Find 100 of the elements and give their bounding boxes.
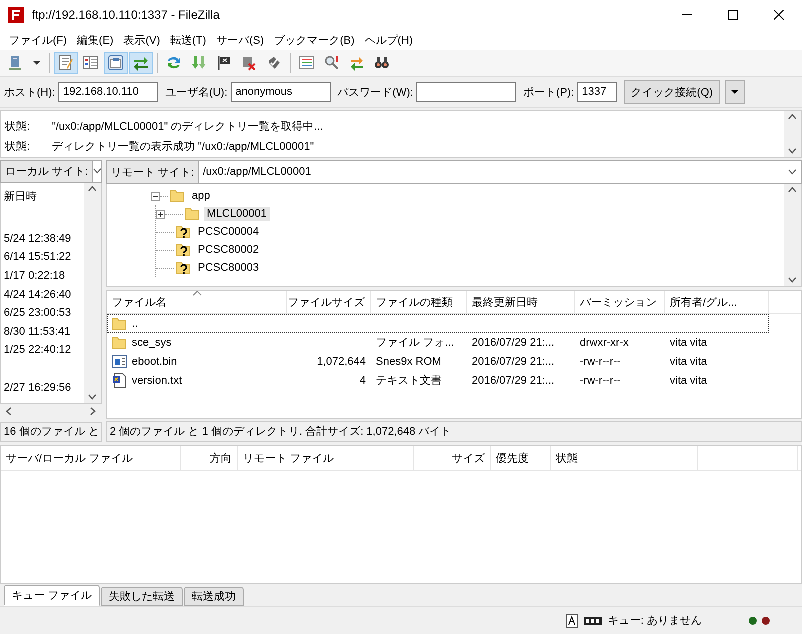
table-cell: vita vita: [670, 356, 708, 368]
table-cell-text: 1/17 0:22:18: [3, 269, 66, 284]
field-label: ユーザ名(U):: [165, 86, 228, 100]
chevron-down-icon: [93, 168, 102, 174]
maximize-icon: [728, 10, 738, 20]
check-icon: [266, 55, 282, 71]
quickconnect-button[interactable]: クイック接続(Q): [624, 80, 720, 104]
sort-ascending-icon: [192, 291, 202, 296]
app-logo-icon: [8, 7, 24, 23]
tree-item[interactable]: app: [189, 189, 214, 203]
scroll-down-icon: [88, 394, 97, 400]
scroll-up-icon: [788, 187, 797, 193]
computer-icon: [8, 55, 24, 71]
tree-item[interactable]: PCSC80002: [195, 243, 262, 257]
local-status: 16 個のファイル と: [0, 422, 102, 442]
table-cell: vita vita: [670, 336, 708, 348]
column-header[interactable]: 所有者/グル...: [665, 291, 769, 313]
list-icon: [299, 55, 315, 71]
log-message: "/ux0:/app/MLCL00001" のディレクトリ一覧を取得中...: [52, 120, 324, 134]
menu-item[interactable]: 編集(E): [72, 32, 119, 48]
log-message: ディレクトリ一覧の表示成功 "/ux0:/app/MLCL00001": [52, 140, 314, 154]
column-header[interactable]: ファイル名: [107, 291, 287, 313]
table-cell-text: 6/14 15:51:22: [3, 250, 72, 266]
table-cell: vita vita: [670, 374, 708, 386]
column-header[interactable]: 最終更新日時: [467, 291, 575, 313]
scrollbar[interactable]: [784, 184, 801, 286]
column-header[interactable]: サーバ/ローカル ファイル: [1, 446, 181, 470]
text-field[interactable]: anonymous: [230, 82, 331, 102]
unknown-folder-icon: [176, 242, 192, 258]
menu-item[interactable]: ファイル(F): [4, 32, 72, 48]
remote-tree-toggle-button[interactable]: [104, 52, 128, 74]
scrollbar[interactable]: [84, 182, 101, 403]
file-name[interactable]: eboot.bin: [132, 356, 178, 368]
table-cell-text: 6/25 23:00:53: [3, 306, 72, 322]
log-label: 状態:: [5, 140, 30, 154]
tab[interactable]: 失敗した転送: [101, 587, 184, 606]
tree-item[interactable]: PCSC00004: [195, 225, 262, 239]
expander-toggle[interactable]: [151, 192, 160, 200]
scroll-up-icon: [788, 114, 797, 120]
table-cell-text: 5/24 12:38:49: [3, 232, 72, 247]
column-header[interactable]: 状態: [551, 446, 698, 470]
menu-item[interactable]: ブックマーク(B): [269, 32, 360, 48]
caret-icon: [731, 90, 740, 94]
scroll-right-icon: [90, 407, 96, 416]
menu-item[interactable]: ヘルプ(H): [360, 32, 418, 48]
disconnect-icon: [241, 55, 257, 71]
column-header[interactable]: 新日時: [1, 182, 84, 211]
panels-icon: [83, 55, 99, 71]
column-header[interactable]: パーミッション: [575, 291, 665, 313]
unknown-folder-icon: [176, 224, 192, 240]
folder-icon: [112, 316, 128, 332]
table-cell-text: 1/25 22:40:12: [3, 343, 72, 358]
expander-toggle[interactable]: [156, 210, 165, 218]
column-header[interactable]: リモート ファイル: [238, 446, 414, 470]
field-label: パスワード(W):: [338, 86, 414, 100]
download-icon: [191, 55, 207, 71]
queue-toggle-button[interactable]: [129, 52, 153, 74]
scrollbar[interactable]: [784, 111, 801, 157]
table-cell-text: 4/24 14:26:40: [3, 288, 72, 303]
port-field[interactable]: 1337: [577, 82, 618, 102]
table-cell: 2016/07/29 21:...: [472, 336, 555, 348]
file-name[interactable]: version.txt: [132, 374, 182, 386]
text-field[interactable]: 192.168.10.110: [58, 82, 158, 102]
tree-item[interactable]: MLCL00001: [204, 207, 270, 221]
text-file-icon: [112, 372, 128, 388]
table-cell: 2016/07/29 21:...: [472, 374, 555, 386]
binary-file-icon: [112, 354, 128, 370]
tab[interactable]: 転送成功: [184, 587, 244, 606]
column-header[interactable]: ファイルの種類: [371, 291, 467, 313]
column-header[interactable]: ファイルサイズ: [287, 291, 371, 313]
arrows-icon: [133, 55, 149, 71]
plus-icon: [157, 210, 164, 218]
table-cell: -rw-r--r--: [580, 374, 621, 386]
table-cell: -rw-r--r--: [580, 356, 621, 368]
menu-item[interactable]: 転送(T): [165, 32, 212, 48]
remote-status: 2 個のファイル と 1 個のディレクトリ. 合計サイズ: 1,072,648 バイト: [106, 421, 802, 442]
table-cell: 4: [360, 374, 366, 386]
table-cell: Snes9x ROM: [376, 356, 442, 368]
menu-item[interactable]: サーバ(S): [211, 32, 270, 48]
table-cell: 1,072,644: [317, 356, 366, 368]
menu-item[interactable]: 表示(V): [118, 32, 166, 48]
table-cell: 2016/07/29 21:...: [472, 356, 555, 368]
file-name[interactable]: ..: [132, 318, 138, 330]
log-label: 状態:: [5, 120, 30, 134]
file-name[interactable]: sce_sys: [132, 336, 172, 348]
column-header[interactable]: 方向: [181, 446, 238, 470]
binoculars-icon: [374, 55, 390, 71]
tree-item[interactable]: PCSC80003: [195, 261, 262, 275]
tab[interactable]: キュー ファイル: [4, 585, 100, 606]
text-mode-icon: [566, 614, 578, 628]
column-header[interactable]: サイズ: [414, 446, 491, 470]
notepad-icon: [58, 55, 74, 71]
scroll-down-icon: [788, 148, 797, 154]
quickconnect-dropdown-button[interactable]: [725, 80, 746, 104]
field-label: ホスト(H):: [4, 86, 56, 100]
flag-icon: [216, 55, 232, 71]
column-header[interactable]: 優先度: [491, 446, 551, 470]
password-field[interactable]: [416, 82, 516, 102]
window-icon: [108, 55, 124, 71]
log-toggle-button[interactable]: [54, 52, 78, 74]
